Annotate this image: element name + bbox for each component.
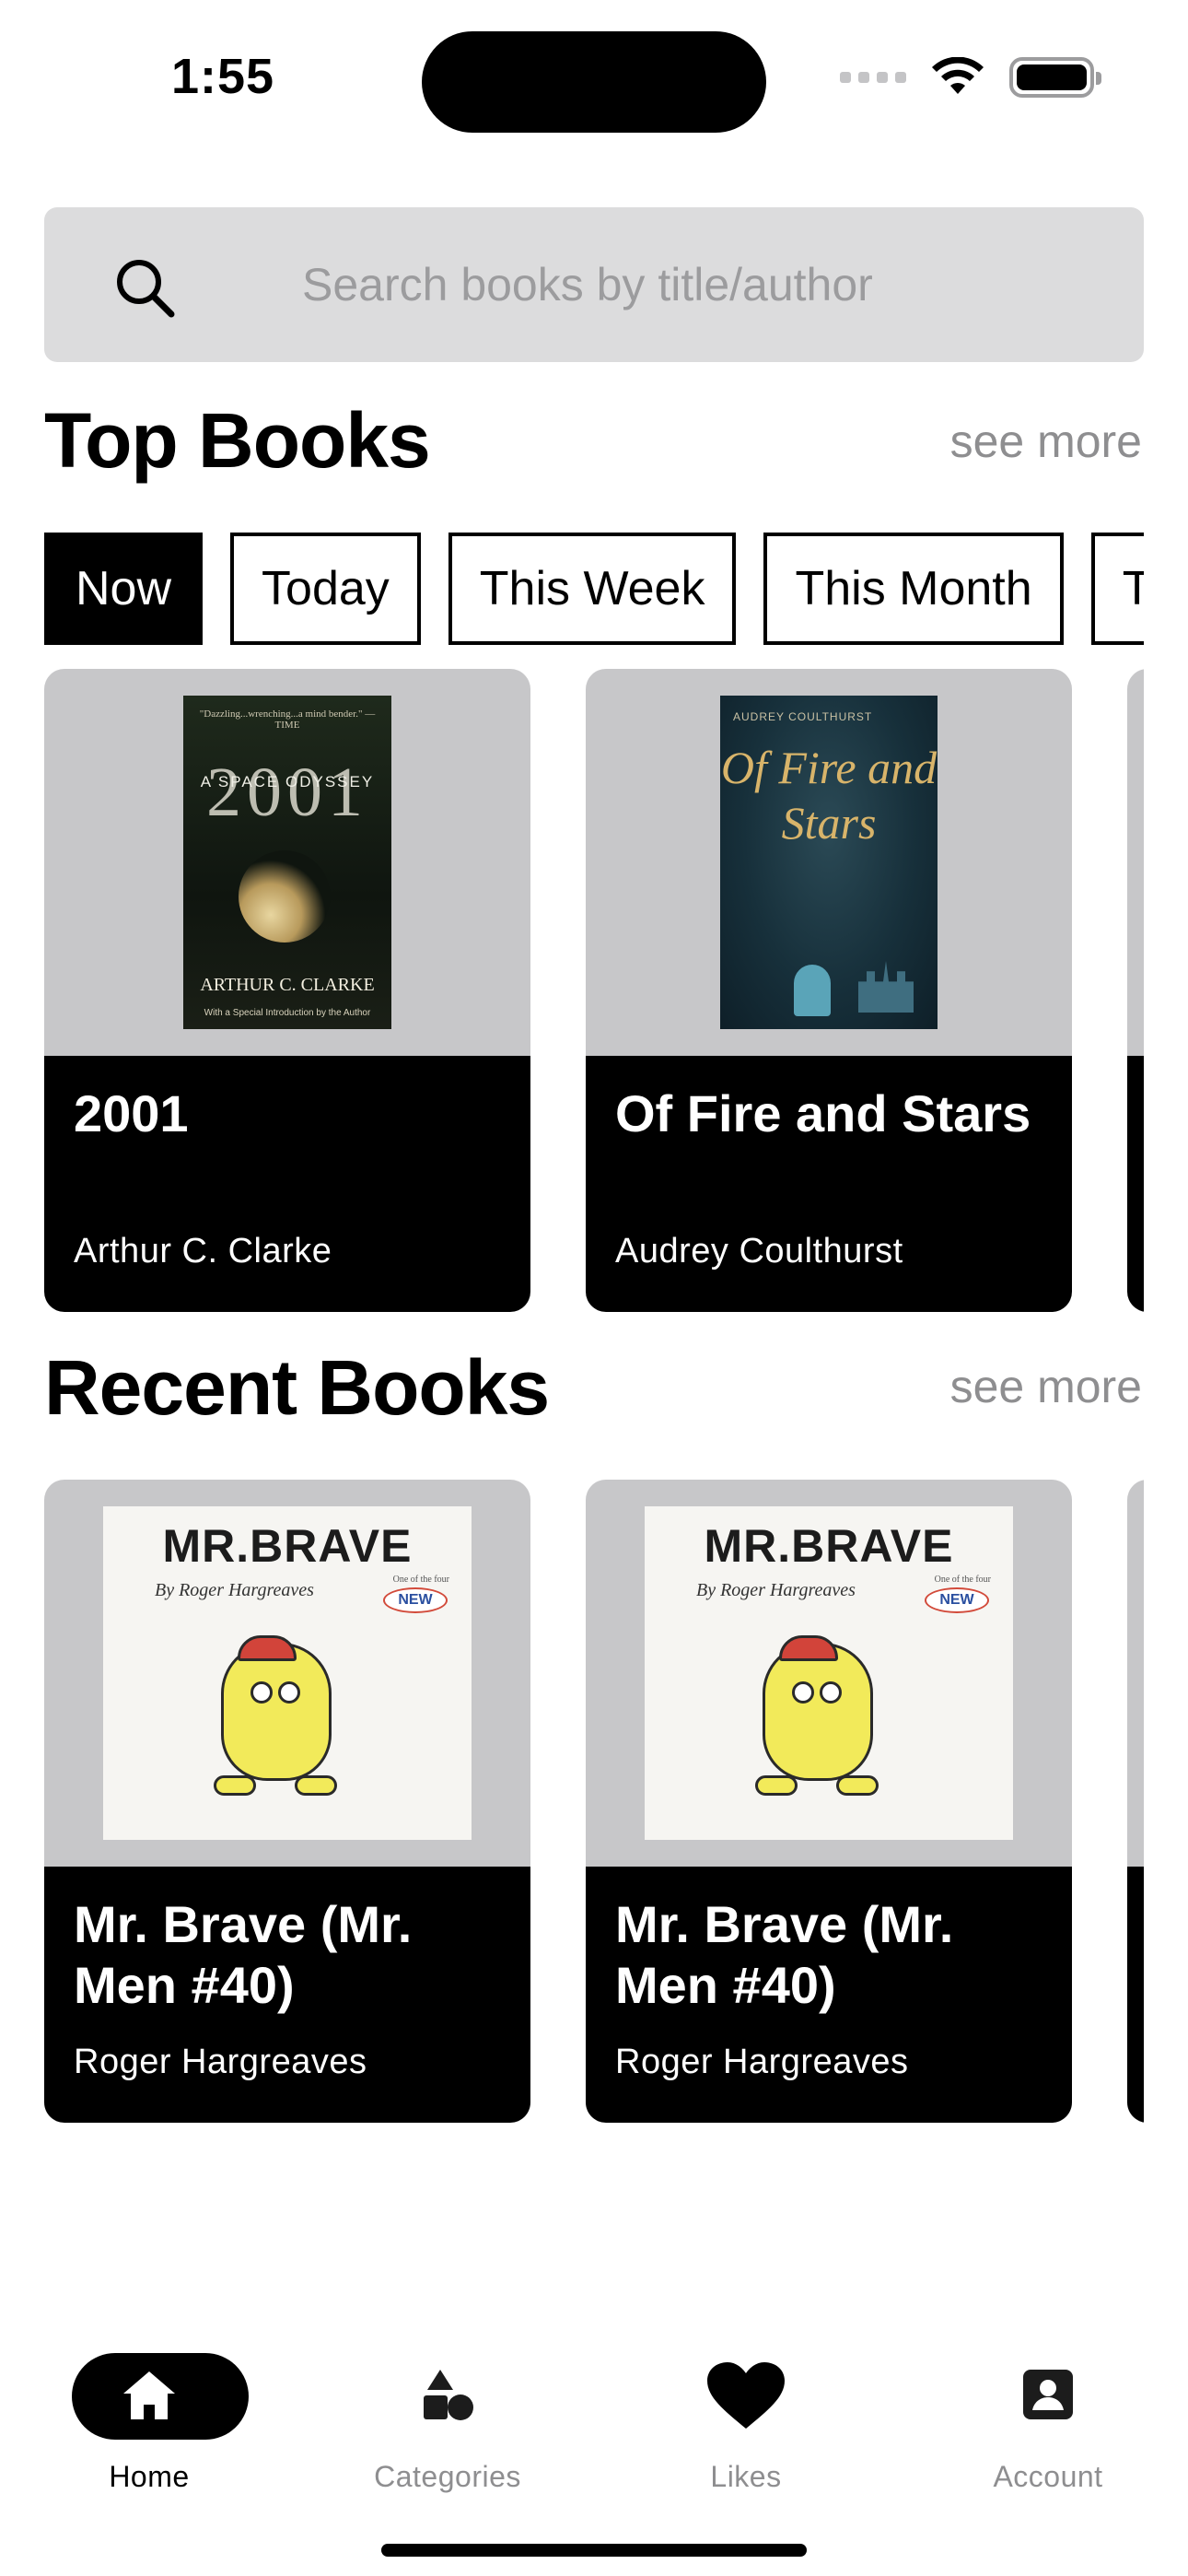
- filter-chip-this-month[interactable]: This Month: [763, 533, 1064, 645]
- book-title: 2001: [74, 1084, 189, 1142]
- recent-books-see-more-link[interactable]: see more: [950, 1360, 1142, 1413]
- book-cover-image: "Dazzling...wrenching...a mind bender." …: [183, 696, 391, 1029]
- book-title: Mr. Brave (Mr. Men #40): [615, 1895, 954, 2014]
- account-icon: [1023, 2370, 1073, 2419]
- book-cover-image: AUDREY COULTHURST Of Fire and Stars: [720, 696, 938, 1029]
- tab-home[interactable]: Home: [11, 2340, 287, 2506]
- mr-brave-character-image: [763, 1643, 873, 1781]
- recent-books-carousel[interactable]: MR.BRAVE By Roger Hargreaves One of the …: [44, 1480, 1144, 2123]
- moon-image: [239, 850, 331, 943]
- home-indicator: [381, 2544, 807, 2557]
- book-card[interactable]: MR.BRAVE By Roger Hargreaves One of the …: [586, 1480, 1072, 2123]
- book-card[interactable]: AUDREY COULTHURST Of Fire and Stars Of F…: [586, 669, 1072, 1312]
- mr-brave-character-image: [221, 1643, 332, 1781]
- book-card-partial[interactable]: [1127, 669, 1144, 1312]
- filter-chip-today[interactable]: Today: [230, 533, 421, 645]
- book-card-partial[interactable]: [1127, 1480, 1144, 2123]
- top-books-filter-tabs: Now Today This Week This Month This Year: [44, 533, 1144, 645]
- status-icons: [840, 57, 1101, 98]
- battery-level: [1017, 64, 1087, 90]
- shapes-icon: [424, 2370, 473, 2420]
- filter-chip-this-week[interactable]: This Week: [448, 533, 737, 645]
- top-books-carousel[interactable]: "Dazzling...wrenching...a mind bender." …: [44, 669, 1144, 1312]
- filter-chip-now[interactable]: Now: [44, 533, 204, 645]
- book-author: Roger Hargreaves: [74, 2043, 367, 2081]
- book-card[interactable]: "Dazzling...wrenching...a mind bender." …: [44, 669, 530, 1312]
- search-bar[interactable]: [44, 207, 1144, 362]
- book-title: Mr. Brave (Mr. Men #40): [74, 1895, 413, 2014]
- book-info: Mr. Brave (Mr. Men #40) Roger Hargreaves: [586, 1867, 1072, 2123]
- tab-categories[interactable]: Categories: [309, 2340, 586, 2506]
- battery-icon: [1009, 57, 1101, 98]
- tab-home-label: Home: [109, 2460, 190, 2493]
- book-author: Audrey Coulthurst: [615, 1232, 903, 1270]
- book-title: Of Fire and Stars: [615, 1084, 1031, 1142]
- status-time: 1:55: [171, 49, 275, 104]
- tab-categories-label: Categories: [374, 2460, 521, 2493]
- book-cover-image: MR.BRAVE By Roger Hargreaves One of the …: [645, 1506, 1013, 1840]
- tab-likes[interactable]: Likes: [608, 2340, 884, 2506]
- book-author: Arthur C. Clarke: [74, 1232, 332, 1270]
- book-cover-area: "Dazzling...wrenching...a mind bender." …: [44, 669, 530, 1056]
- wifi-icon: [932, 57, 984, 94]
- book-cover-image: MR.BRAVE By Roger Hargreaves One of the …: [103, 1506, 472, 1840]
- search-icon: [117, 260, 175, 318]
- search-input[interactable]: [302, 207, 1112, 362]
- top-books-see-more-link[interactable]: see more: [950, 415, 1142, 468]
- home-icon: [123, 2371, 175, 2419]
- tab-likes-label: Likes: [710, 2460, 782, 2493]
- book-info: Of Fire and Stars Audrey Coulthurst: [586, 1056, 1072, 1312]
- figures-image: [794, 965, 831, 1016]
- book-card[interactable]: MR.BRAVE By Roger Hargreaves One of the …: [44, 1480, 530, 2123]
- book-cover-area: MR.BRAVE By Roger Hargreaves One of the …: [44, 1480, 530, 1867]
- book-cover-area: MR.BRAVE By Roger Hargreaves One of the …: [586, 1480, 1072, 1867]
- heart-icon: [707, 2362, 785, 2429]
- tab-account-label: Account: [993, 2460, 1103, 2493]
- filter-chip-this-year[interactable]: This Year: [1090, 533, 1144, 645]
- book-cover-area: AUDREY COULTHURST Of Fire and Stars: [586, 669, 1072, 1056]
- cellular-signal-icon: [840, 72, 906, 83]
- book-info: 2001 Arthur C. Clarke: [44, 1056, 530, 1312]
- book-author: Roger Hargreaves: [615, 2043, 909, 2081]
- recent-books-title: Recent Books: [44, 1344, 550, 1431]
- castle-image: [858, 961, 914, 1013]
- top-books-title: Top Books: [44, 397, 431, 484]
- book-info: Mr. Brave (Mr. Men #40) Roger Hargreaves: [44, 1867, 530, 2123]
- tab-account[interactable]: Account: [910, 2340, 1186, 2506]
- bottom-tab-bar: Home Categories Likes Account: [0, 2340, 1188, 2506]
- dynamic-island: [422, 31, 766, 133]
